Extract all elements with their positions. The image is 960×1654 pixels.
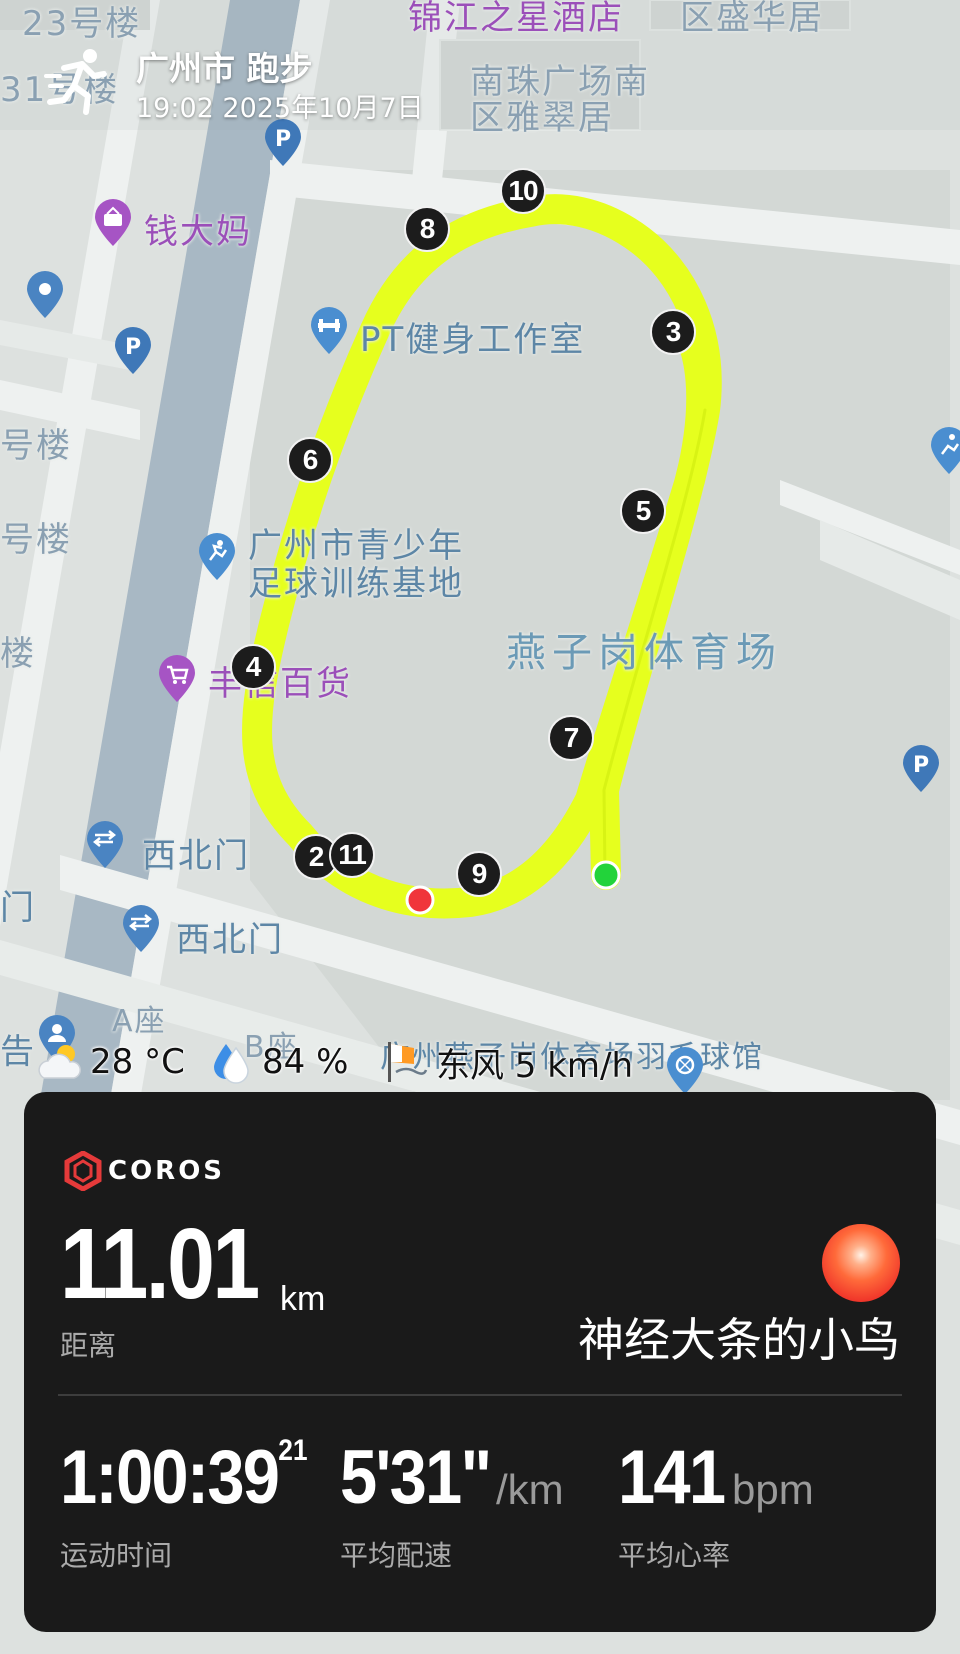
pace-value: 5'31"	[340, 1435, 492, 1520]
km-marker[interactable]: 7	[548, 715, 594, 761]
pace-stat: 5'31" /km 平均配速	[340, 1435, 564, 1573]
username[interactable]: 神经大条的小鸟	[578, 1304, 900, 1370]
heart-rate-stat: 141 bpm 平均心率	[618, 1435, 814, 1573]
partly-cloudy-icon	[38, 1045, 81, 1079]
km-marker[interactable]: 4	[230, 644, 276, 690]
wind-flag-icon	[388, 1042, 428, 1082]
pace-label: 平均配速	[340, 1539, 453, 1572]
humidity-drop-icon	[214, 1044, 249, 1084]
distance-value: 11.01	[60, 1208, 260, 1320]
card-divider	[58, 1394, 902, 1396]
wind-text: 东风 5 km/h	[436, 1045, 634, 1086]
brand-logo: COROS	[64, 1150, 225, 1192]
km-marker[interactable]: 11	[329, 832, 375, 878]
time-value: 1:00:3921	[60, 1436, 308, 1516]
distance-label: 距离	[60, 1329, 117, 1362]
time-label: 运动时间	[60, 1539, 173, 1572]
heart-rate-unit: bpm	[732, 1466, 814, 1513]
humidity-text: 84 %	[262, 1042, 349, 1082]
pace-unit: /km	[496, 1466, 564, 1513]
km-marker[interactable]: 3	[650, 309, 696, 355]
time-hundredths: 21	[278, 1434, 308, 1467]
brand-name: COROS	[108, 1156, 226, 1186]
temperature-item: 28 °C	[34, 1034, 185, 1090]
distance-unit: km	[280, 1280, 326, 1318]
coros-logo-icon	[64, 1151, 102, 1191]
km-marker[interactable]: 5	[620, 488, 666, 534]
km-marker[interactable]: 9	[456, 851, 502, 897]
heart-rate-label: 平均心率	[618, 1539, 731, 1572]
km-marker[interactable]: 8	[404, 206, 450, 252]
user-avatar[interactable]	[822, 1224, 900, 1302]
wind-item: 东风 5 km/h	[380, 1034, 633, 1090]
humidity-item: 84 %	[206, 1034, 348, 1090]
time-stat: 1:00:3921 运动时间	[60, 1436, 341, 1573]
activity-title: 广州市 跑步	[136, 49, 313, 88]
km-marker[interactable]: 10	[500, 168, 546, 214]
weather-bar: 28 °C 84 % 东风 5 km/h	[34, 1034, 734, 1090]
activity-datetime: 19:02 2025年10月7日	[136, 93, 424, 124]
activity-summary-card: COROS 11.01 km 距离 神经大条的小鸟 1:00:3921 运动时间…	[24, 1092, 936, 1632]
km-marker[interactable]: 6	[287, 437, 333, 483]
heart-rate-value: 141	[618, 1435, 726, 1520]
runner-icon	[44, 49, 107, 115]
time-main: 1:00:39	[60, 1435, 280, 1520]
temperature-text: 28 °C	[90, 1042, 185, 1082]
